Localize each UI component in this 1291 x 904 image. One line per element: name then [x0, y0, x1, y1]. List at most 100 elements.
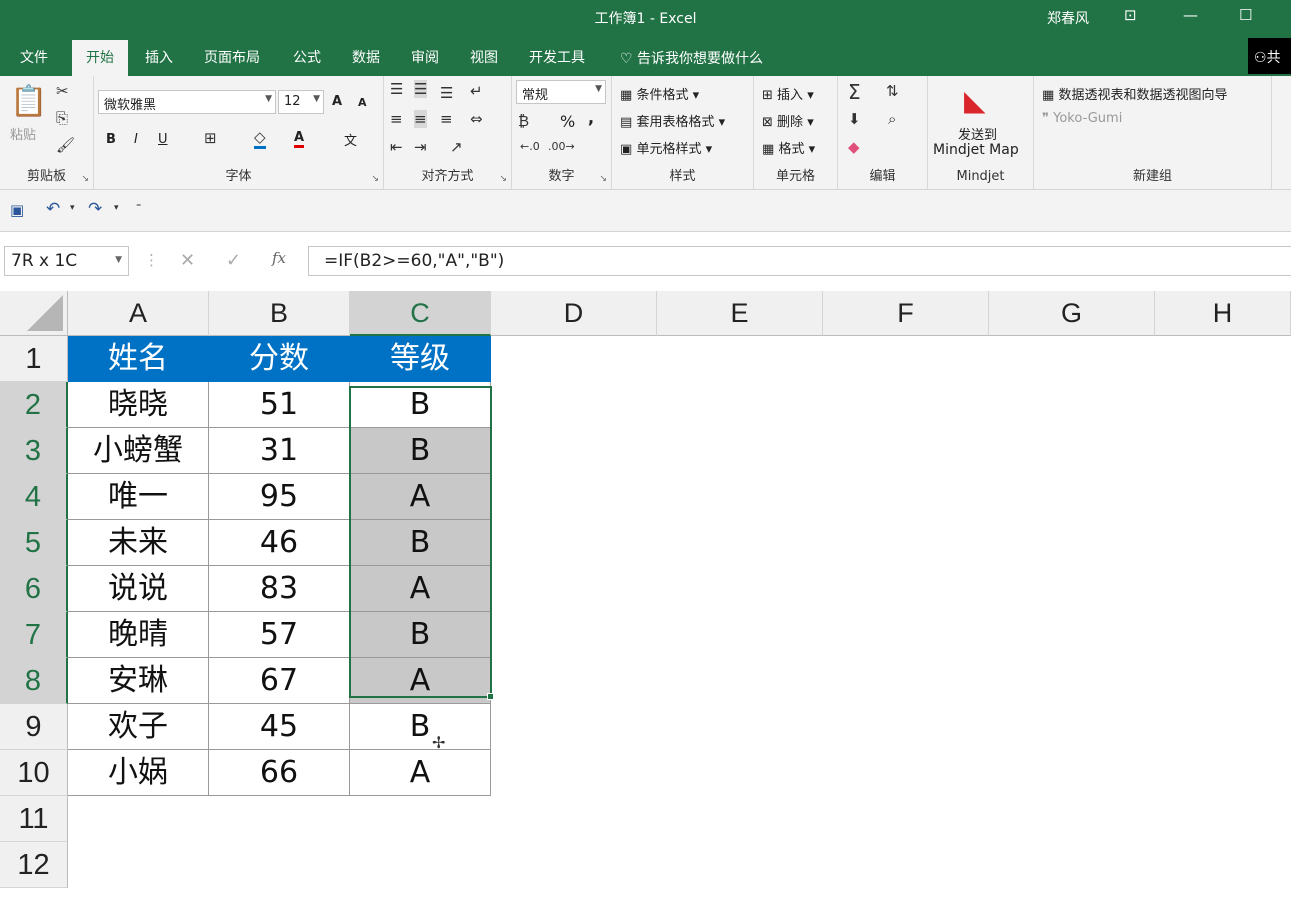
column-header-f[interactable]: F: [823, 291, 989, 336]
orientation-icon[interactable]: ↗: [450, 138, 463, 156]
ribbon-display-icon[interactable]: ⊡: [1124, 6, 1137, 24]
conditional-format-button[interactable]: ▦ 条件格式 ▾: [620, 84, 699, 103]
cancel-icon[interactable]: ✕: [180, 250, 195, 271]
cell-b4[interactable]: 95: [209, 474, 350, 520]
cell-a10[interactable]: 小娲: [68, 750, 209, 796]
number-format-combo[interactable]: 常规 ▼: [516, 80, 606, 104]
font-color-button[interactable]: A: [294, 130, 305, 148]
customize-qat-icon[interactable]: ⁼: [136, 202, 141, 213]
cell-b5[interactable]: 46: [209, 520, 350, 566]
row-header-2[interactable]: 2: [0, 382, 68, 428]
mindjet-icon[interactable]: ◣: [964, 84, 986, 117]
format-painter-icon[interactable]: 🖌: [56, 136, 75, 154]
column-header-e[interactable]: E: [657, 291, 823, 336]
align-center-icon[interactable]: ≡: [414, 110, 427, 128]
format-cells-button[interactable]: ▦ 格式 ▾: [762, 138, 815, 157]
font-size-combo[interactable]: 12 ▼: [278, 90, 324, 114]
find-icon[interactable]: ⌕: [888, 110, 896, 128]
column-header-a[interactable]: A: [68, 291, 209, 336]
column-header-b[interactable]: B: [209, 291, 350, 336]
paste-icon[interactable]: 📋: [10, 84, 47, 119]
cell-a4[interactable]: 唯一: [68, 474, 209, 520]
cell-b3[interactable]: 31: [209, 428, 350, 474]
grow-font-button[interactable]: A: [332, 94, 342, 109]
share-button[interactable]: ⚇共: [1248, 38, 1291, 74]
column-header-g[interactable]: G: [989, 291, 1155, 336]
cell-a7[interactable]: 晚晴: [68, 612, 209, 658]
align-right-icon[interactable]: ≡: [440, 110, 453, 128]
cell-c3[interactable]: B: [350, 428, 491, 474]
cell-a6[interactable]: 说说: [68, 566, 209, 612]
cell-a5[interactable]: 未来: [68, 520, 209, 566]
row-header-8[interactable]: 8: [0, 658, 68, 704]
cell-b8[interactable]: 67: [209, 658, 350, 704]
yoko-gumi-button[interactable]: ❞ Yoko-Gumi: [1042, 111, 1122, 126]
cell-c6[interactable]: A: [350, 566, 491, 612]
tab-insert[interactable]: 插入: [145, 47, 173, 67]
cell-b7[interactable]: 57: [209, 612, 350, 658]
row-header-5[interactable]: 5: [0, 520, 68, 566]
cut-icon[interactable]: ✂: [56, 82, 69, 100]
decrease-decimal-icon[interactable]: .00→: [548, 140, 575, 153]
increase-indent-icon[interactable]: ⇥: [414, 138, 427, 156]
cell-c7[interactable]: B: [350, 612, 491, 658]
align-left-icon[interactable]: ≡: [390, 110, 403, 128]
comma-button[interactable]: ,: [588, 108, 594, 127]
row-header-1[interactable]: 1: [0, 336, 68, 382]
user-name[interactable]: 郑春风: [1047, 8, 1089, 28]
save-icon[interactable]: ▣: [10, 201, 24, 219]
cell-b2[interactable]: 51: [209, 382, 350, 428]
fill-handle[interactable]: [487, 693, 494, 700]
cell-c2[interactable]: B: [350, 382, 491, 428]
column-header-c[interactable]: C: [350, 291, 491, 336]
enter-icon[interactable]: ✓: [226, 250, 241, 271]
bold-button[interactable]: B: [106, 132, 116, 147]
row-header-11[interactable]: 11: [0, 796, 68, 842]
shrink-font-button[interactable]: A: [358, 96, 367, 109]
tell-me-box[interactable]: ♡ 告诉我你想要做什么: [620, 48, 763, 68]
undo-icon[interactable]: ↶: [46, 199, 60, 219]
cell-a1[interactable]: 姓名: [68, 336, 209, 382]
pivot-wizard-button[interactable]: ▦ 数据透视表和数据透视图向导: [1042, 84, 1227, 103]
cell-a3[interactable]: 小螃蟹: [68, 428, 209, 474]
cell-a2[interactable]: 晓晓: [68, 382, 209, 428]
cell-a9[interactable]: 欢子: [68, 704, 209, 750]
select-all-button[interactable]: [0, 291, 68, 336]
row-header-9[interactable]: 9: [0, 704, 68, 750]
cell-b6[interactable]: 83: [209, 566, 350, 612]
cell-b10[interactable]: 66: [209, 750, 350, 796]
sort-filter-icon[interactable]: ⇅: [886, 82, 899, 100]
formula-bar-grip-icon[interactable]: ⋮: [144, 251, 159, 269]
autosum-icon[interactable]: Σ: [848, 80, 861, 104]
tab-developer[interactable]: 开发工具: [529, 47, 585, 67]
tab-file[interactable]: 文件: [20, 47, 48, 67]
tab-data[interactable]: 数据: [352, 47, 380, 67]
row-header-4[interactable]: 4: [0, 474, 68, 520]
merge-center-icon[interactable]: ⇔: [470, 110, 483, 128]
insert-cells-button[interactable]: ⊞ 插入 ▾: [762, 84, 814, 103]
column-header-d[interactable]: D: [491, 291, 657, 336]
row-header-10[interactable]: 10: [0, 750, 68, 796]
minimize-icon[interactable]: —: [1183, 6, 1198, 24]
name-box[interactable]: 7R x 1C ▼: [4, 246, 129, 276]
tab-review[interactable]: 审阅: [411, 47, 439, 67]
cell-c1[interactable]: 等级: [350, 336, 491, 382]
alignment-launcher-icon[interactable]: ↘: [499, 174, 507, 184]
row-header-6[interactable]: 6: [0, 566, 68, 612]
decrease-indent-icon[interactable]: ⇤: [390, 138, 403, 156]
tab-page-layout[interactable]: 页面布局: [204, 47, 260, 67]
increase-decimal-icon[interactable]: ←.0: [520, 140, 540, 153]
cell-c8[interactable]: A: [350, 658, 491, 704]
column-header-h[interactable]: H: [1155, 291, 1291, 336]
align-bottom-icon[interactable]: ☰: [440, 84, 453, 102]
accounting-icon[interactable]: ₿: [518, 112, 529, 130]
cell-a8[interactable]: 安琳: [68, 658, 209, 704]
undo-dropdown-icon[interactable]: ▾: [70, 203, 75, 213]
borders-icon[interactable]: ⊞: [204, 129, 217, 147]
cell-c5[interactable]: B: [350, 520, 491, 566]
copy-icon[interactable]: ⎘: [56, 109, 68, 127]
cell-c9[interactable]: B: [350, 704, 491, 750]
row-header-12[interactable]: 12: [0, 842, 68, 888]
cell-b9[interactable]: 45: [209, 704, 350, 750]
formula-input[interactable]: =IF(B2>=60,"A","B"): [308, 246, 1291, 276]
